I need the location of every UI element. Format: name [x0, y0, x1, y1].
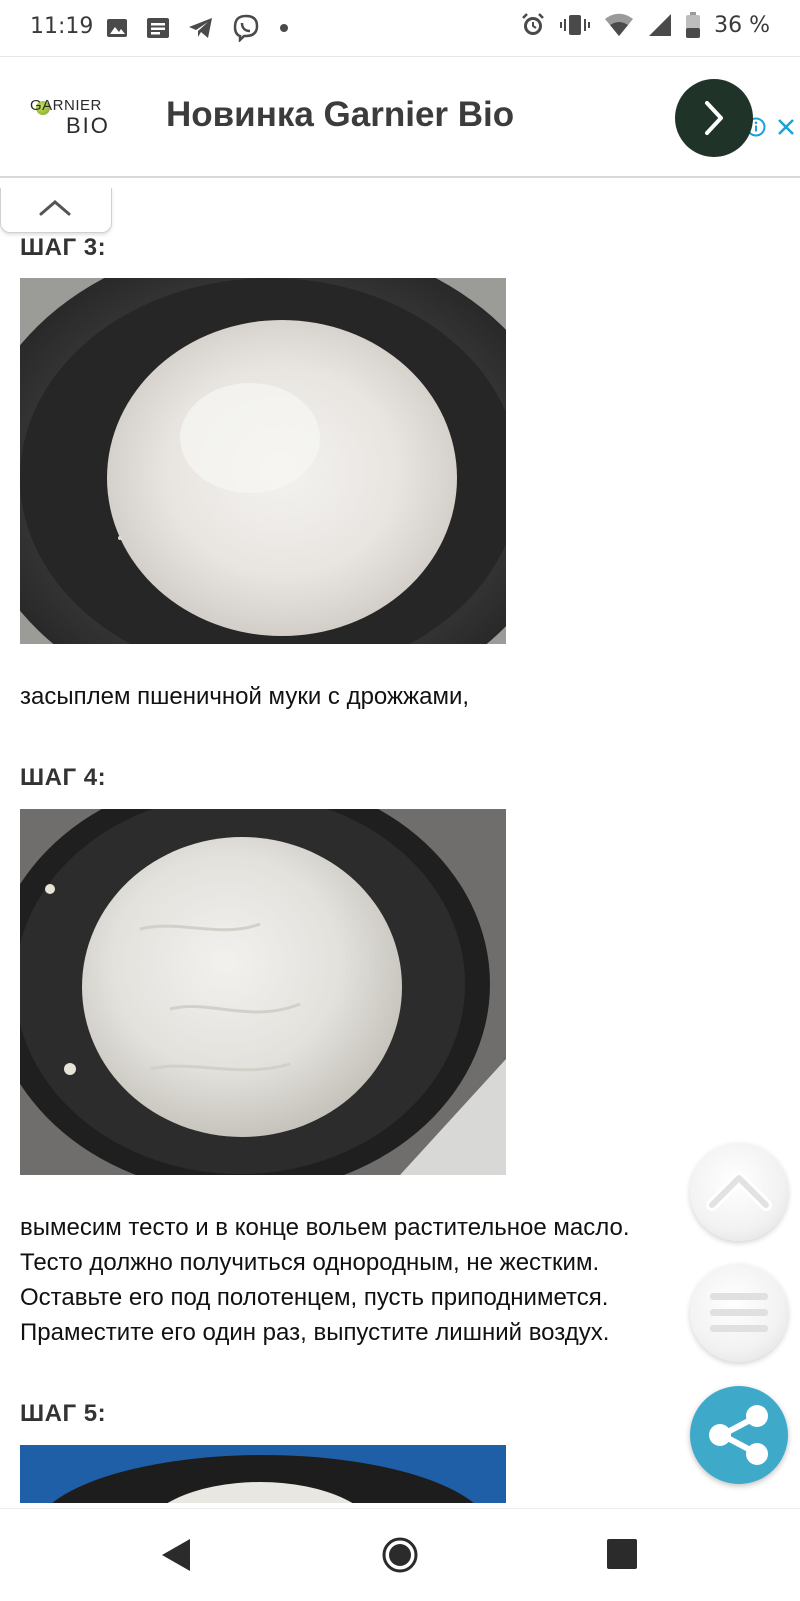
share-icon — [709, 1405, 768, 1465]
telegram-icon — [189, 18, 212, 38]
flour-bowl-image — [20, 278, 506, 644]
viber-icon — [233, 14, 259, 42]
step-description-line: Тесто должно получиться однородным, не ж… — [20, 1249, 600, 1276]
signal-icon — [649, 14, 672, 36]
navigation-bar — [0, 1508, 800, 1601]
share-button[interactable] — [690, 1386, 788, 1484]
notification-icons — [106, 14, 290, 42]
step-title: ШАГ 4: — [20, 764, 107, 791]
logo-top-text: GARNIER — [30, 97, 102, 114]
dough-bowl-image — [20, 809, 506, 1175]
battery-icon — [686, 12, 701, 38]
step-description-line: Праместите его один раз, выпустите лишни… — [20, 1319, 610, 1346]
vibrate-icon — [560, 15, 591, 35]
menu-button[interactable] — [690, 1264, 788, 1362]
garnier-bio-logo: GARNIER BIO — [30, 97, 122, 141]
recents-icon[interactable] — [607, 1539, 637, 1569]
news-icon — [147, 18, 169, 38]
ad-open-button[interactable] — [675, 79, 753, 157]
back-icon[interactable] — [160, 1537, 192, 1573]
collapse-ad-button[interactable] — [0, 188, 112, 233]
alarm-icon — [522, 13, 544, 35]
step-title: ШАГ 3: — [20, 234, 107, 261]
status-bar: 11:19 36 % — [0, 0, 800, 56]
wifi-icon — [605, 13, 634, 36]
arrow-up-icon — [706, 1172, 772, 1211]
home-icon[interactable] — [382, 1537, 418, 1573]
dot-icon — [280, 24, 288, 32]
chevron-up-icon — [39, 200, 71, 216]
gallery-icon — [107, 19, 127, 37]
status-time: 11:19 — [30, 14, 94, 39]
battery-percent: 36 % — [714, 12, 770, 38]
ad-close-icon[interactable] — [776, 117, 796, 137]
step-photo-partial — [20, 1445, 506, 1503]
step-description: вымесим тесто и в конце вольем раститель… — [20, 1210, 780, 1350]
step-title: ШАГ 5: — [20, 1400, 107, 1427]
step-description-line: Оставьте его под полотенцем, пусть припо… — [20, 1284, 609, 1311]
chevron-right-icon — [705, 101, 723, 135]
step-photo-dough — [20, 809, 506, 1175]
step-description-line: вымесим тесто и в конце вольем раститель… — [20, 1214, 630, 1241]
system-icons: 36 % — [520, 12, 770, 38]
step-description: засыплем пшеничной муки с дрожжами, — [20, 683, 470, 710]
step-photo-flour — [20, 278, 506, 644]
scroll-top-button[interactable] — [690, 1143, 788, 1241]
logo-bottom-text: BIO — [66, 113, 110, 138]
ad-headline[interactable]: Новинка Garnier Bio — [166, 95, 514, 135]
blue-bowl-image — [20, 1445, 506, 1503]
menu-icon — [710, 1293, 768, 1332]
